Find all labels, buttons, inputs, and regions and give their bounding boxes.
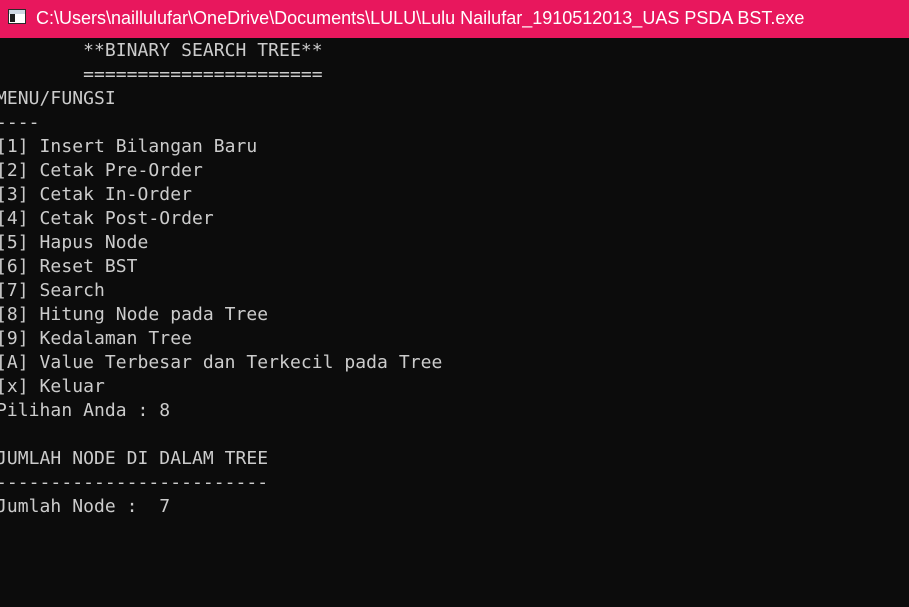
- program-title-underline: ======================: [0, 64, 323, 85]
- node-count-output: Jumlah Node : 7: [0, 496, 171, 517]
- menu-item: [5] Hapus Node: [0, 232, 149, 253]
- menu-item: [x] Keluar: [0, 376, 105, 397]
- menu-item: [7] Search: [0, 280, 105, 301]
- console-window: C:\Users\naillulufar\OneDrive\Documents\…: [0, 0, 909, 607]
- menu-item: [9] Kedalaman Tree: [0, 328, 192, 349]
- menu-item: [4] Cetak Post-Order: [0, 208, 214, 229]
- result-heading: JUMLAH NODE DI DALAM TREE: [0, 448, 269, 469]
- menu-heading: MENU/FUNGSI: [0, 88, 116, 109]
- menu-rule: ----: [0, 112, 40, 133]
- console-app-icon[interactable]: [8, 9, 26, 24]
- menu-item: [2] Cetak Pre-Order: [0, 160, 203, 181]
- result-rule: -------------------------: [0, 472, 269, 493]
- console-output[interactable]: **BINARY SEARCH TREE** =================…: [0, 39, 909, 607]
- window-title: C:\Users\naillulufar\OneDrive\Documents\…: [36, 8, 805, 28]
- menu-item: [1] Insert Bilangan Baru: [0, 136, 258, 157]
- program-title: **BINARY SEARCH TREE**: [0, 40, 323, 61]
- menu-item: [8] Hitung Node pada Tree: [0, 304, 269, 325]
- title-bar[interactable]: C:\Users\naillulufar\OneDrive\Documents\…: [0, 0, 909, 38]
- menu-item: [6] Reset BST: [0, 256, 138, 277]
- choice-prompt: Pilihan Anda : 8: [0, 400, 171, 421]
- menu-item: [3] Cetak In-Order: [0, 184, 192, 205]
- menu-item: [A] Value Terbesar dan Terkecil pada Tre…: [0, 352, 443, 373]
